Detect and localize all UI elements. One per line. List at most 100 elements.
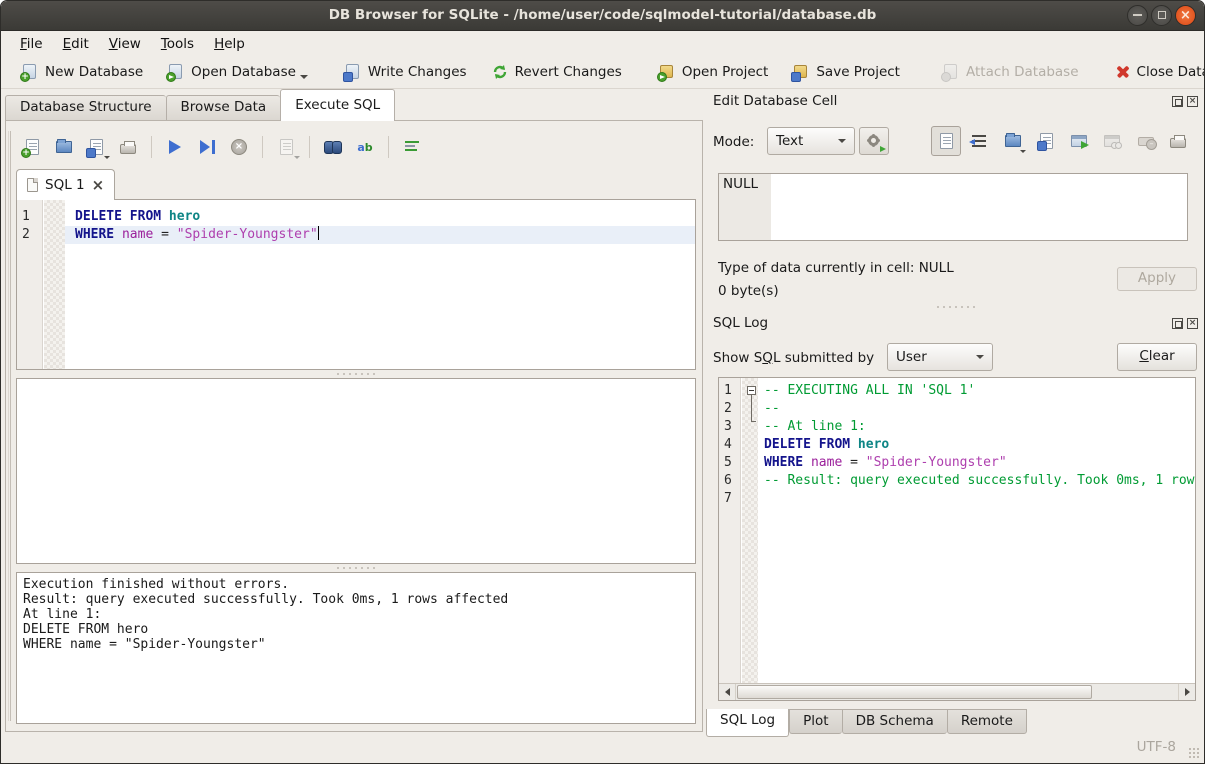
open-project-button[interactable]: Open Project [650,59,777,85]
tab-sql-log[interactable]: SQL Log [706,709,789,737]
main-tab-bar: Database Structure Browse Data Execute S… [5,89,395,121]
menu-help[interactable]: Help [205,34,254,54]
execution-message-pane[interactable]: Execution finished without errors. Resul… [16,572,696,724]
log-horizontal-scrollbar[interactable] [719,683,1195,700]
new-database-button[interactable]: + New Database [13,59,151,85]
dock-float-icon[interactable] [1172,96,1183,107]
replace-icon: ab [357,141,372,154]
revert-changes-icon [491,63,509,81]
code-line: WHERE name = "Spider-Youngster" [65,226,695,244]
message-line: Execution finished without errors. [17,577,695,592]
open-sql-file-button[interactable] [51,135,77,159]
mode-combobox[interactable]: Text [767,127,855,155]
tab-db-schema[interactable]: DB Schema [842,709,947,734]
minimize-button[interactable] [1127,5,1148,26]
attach-database-button: Attach Database [934,59,1087,85]
sql-editor[interactable]: 1 2 DELETE FROM hero WHERE name = "Spide… [16,199,696,370]
format-sql-button[interactable] [399,135,425,159]
splitter-handle[interactable] [936,304,976,310]
save-project-button[interactable]: Save Project [784,59,908,85]
print-icon [1170,138,1186,148]
results-pane[interactable] [16,378,696,564]
log-line: WHERE name = "Spider-Youngster" [758,454,1195,472]
new-sql-tab-button[interactable]: + [19,135,45,159]
revert-changes-button[interactable]: Revert Changes [483,59,630,85]
dock-close-icon[interactable]: × [1187,96,1198,107]
menubar: File Edit View Tools Help [1,32,1204,55]
close-icon: × [1180,8,1191,23]
menu-tools[interactable]: Tools [152,34,203,54]
apply-button: Apply [1117,267,1197,291]
menu-view[interactable]: View [100,34,150,54]
sql-file-tab[interactable]: SQL 1 × [16,169,115,200]
scrollbar-thumb[interactable] [737,685,1092,699]
open-database-button[interactable]: Open Database [159,59,316,85]
sql-tab-close-icon[interactable]: × [92,178,105,193]
dock-float-icon[interactable] [1172,318,1183,329]
dock-close-icon[interactable]: × [1187,318,1198,329]
menu-file[interactable]: File [11,34,52,54]
close-database-button[interactable]: Close Database [1107,60,1205,84]
editor-fold-margin [44,200,65,369]
print-icon [120,144,136,154]
execute-line-button[interactable] [194,135,220,159]
open-in-app-button[interactable] [1067,129,1091,153]
cell-null-indicator: NULL [719,174,771,240]
stop-execution-button: × [226,135,252,159]
tab-database-structure[interactable]: Database Structure [5,95,166,121]
dock-tab-bar: SQL Log Plot DB Schema Remote [706,709,1027,737]
print-sql-button[interactable] [115,135,141,159]
mode-label: Mode: [713,134,754,150]
log-code-area: -- EXECUTING ALL IN 'SQL 1' -- -- At lin… [758,378,1195,700]
sql-log-view[interactable]: 1 2 3 4 5 6 7 -- EXECUTING ALL IN 'SQL 1… [718,377,1196,701]
open-database-icon [167,63,185,81]
scroll-left-arrow[interactable] [719,684,736,700]
log-filter-value: User [896,349,927,365]
open-database-dropdown-icon[interactable] [300,75,308,79]
editor-code-area[interactable]: DELETE FROM hero WHERE name = "Spider-Yo… [65,200,695,369]
splitter-handle[interactable] [336,565,376,571]
message-line: WHERE name = "Spider-Youngster" [17,637,695,652]
save-sql-file-button[interactable] [83,135,109,159]
maximize-button[interactable] [1151,5,1172,26]
text-mode-toggle-button[interactable] [931,126,961,156]
message-line: DELETE FROM hero [17,622,695,637]
import-cell-button[interactable] [1001,129,1025,153]
execute-line-icon [200,140,210,154]
auto-apply-button[interactable] [859,127,889,155]
word-wrap-button[interactable] [967,129,991,153]
write-changes-icon [344,63,362,81]
message-line: Result: query executed successfully. Too… [17,592,695,607]
log-filter-combobox[interactable]: User [887,343,993,371]
replace-button[interactable]: ab [352,135,378,159]
copy-link-button [1100,129,1124,153]
set-null-button[interactable] [1134,129,1158,153]
clear-log-button[interactable]: Clear [1117,343,1197,371]
message-line: At line 1: [17,607,695,622]
tab-plot[interactable]: Plot [789,709,841,734]
cell-size-info: 0 byte(s) [718,283,779,299]
close-button[interactable]: × [1175,5,1196,26]
gear-icon [868,135,879,146]
log-line: DELETE FROM hero [758,436,1195,454]
set-null-icon [1138,137,1154,146]
tab-browse-data[interactable]: Browse Data [166,95,281,121]
stop-icon: × [231,139,247,155]
tab-execute-sql[interactable]: Execute SQL [280,89,395,121]
menu-edit[interactable]: Edit [54,34,98,54]
splitter-handle[interactable] [336,371,376,377]
fold-collapse-icon[interactable] [747,386,756,395]
export-cell-button[interactable] [1034,129,1058,153]
find-button[interactable] [320,135,346,159]
cell-value-editor[interactable]: NULL [718,173,1188,241]
execute-sql-page: + × ab SQL 1 × 1 2 [5,120,703,732]
titlebar[interactable]: DB Browser for SQLite - /home/user/code/… [1,1,1204,31]
scroll-right-arrow[interactable] [1178,684,1195,700]
execute-all-button[interactable] [162,135,188,159]
code-line: DELETE FROM hero [65,208,695,226]
resize-grip[interactable] [1188,747,1201,760]
sql-log-title: SQL Log [713,315,768,331]
tab-remote[interactable]: Remote [947,709,1027,734]
write-changes-button[interactable]: Write Changes [336,59,475,85]
print-cell-button[interactable] [1166,129,1190,153]
